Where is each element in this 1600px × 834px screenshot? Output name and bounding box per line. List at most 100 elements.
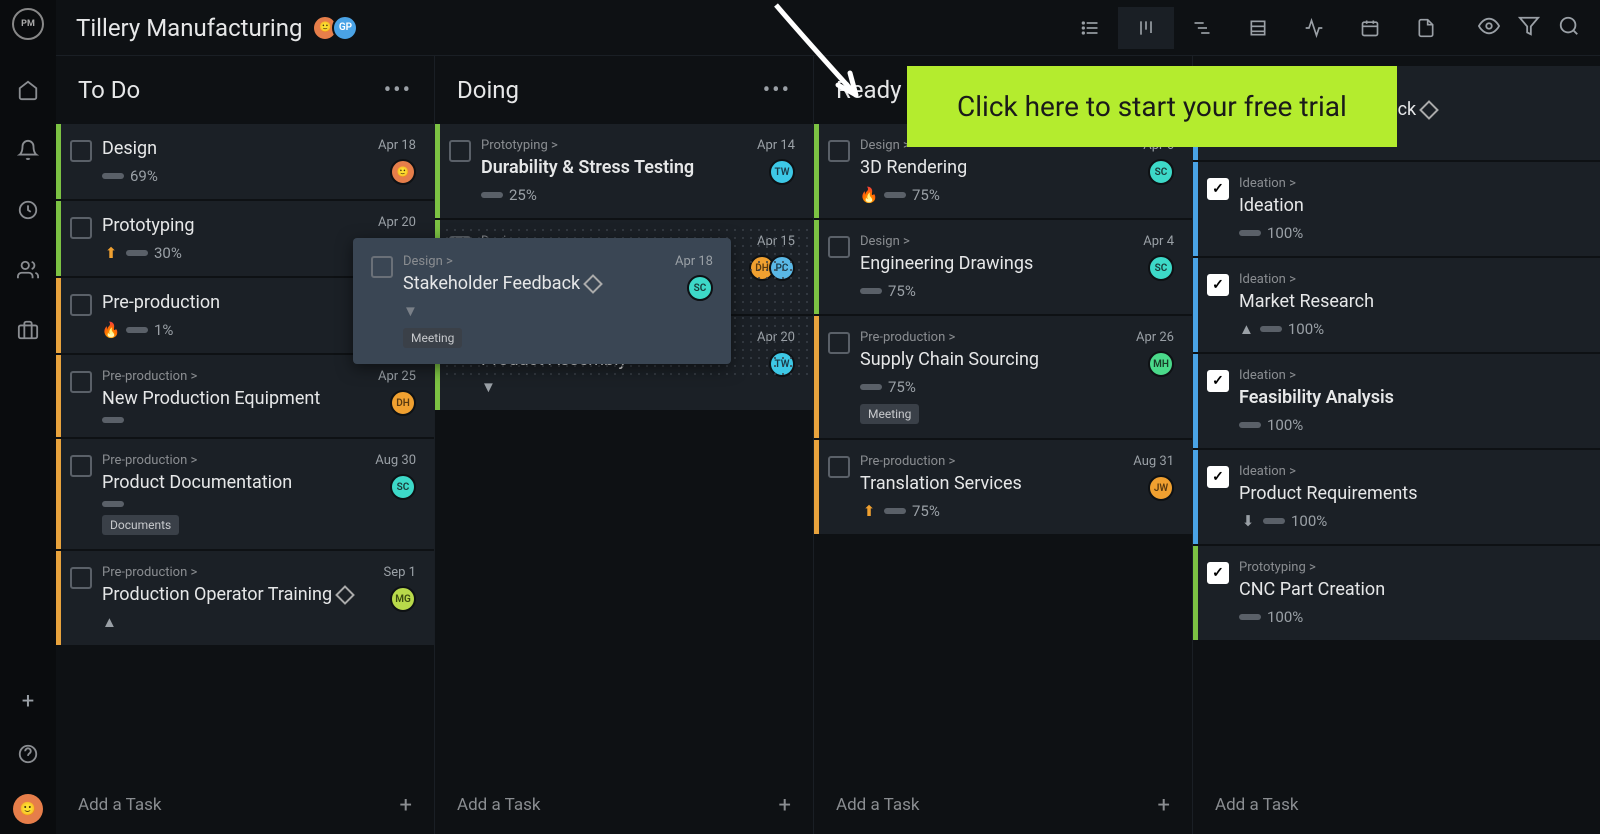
card-stripe [814, 220, 819, 314]
progress-bar [1239, 422, 1261, 428]
task-title: Translation Services [860, 473, 1123, 494]
task-title: Stakeholder Feedback [403, 273, 665, 294]
task-checkbox[interactable] [828, 140, 850, 162]
add-task-button[interactable]: Add a Task+ [814, 776, 1192, 834]
card-stripe [1193, 258, 1198, 352]
nav-recent[interactable] [0, 182, 56, 238]
add-task-button[interactable]: Add a Task [1193, 776, 1600, 834]
task-breadcrumb: Prototyping > [1239, 560, 1572, 575]
progress-bar [102, 417, 124, 423]
task-checkbox[interactable]: ✓ [1207, 370, 1229, 392]
task-date: Apr 4 [1143, 234, 1174, 249]
progress-text: 69% [130, 167, 158, 185]
task-card[interactable]: ✓ Ideation > Market Research ▲100% [1193, 258, 1600, 352]
task-checkbox[interactable]: ✓ [1207, 562, 1229, 584]
diamond-icon [583, 274, 603, 294]
task-card[interactable]: Pre-production > Translation Services ⬆7… [814, 440, 1192, 534]
task-checkbox[interactable] [828, 332, 850, 354]
assignee-avatar[interactable]: SC [687, 275, 713, 301]
task-card[interactable]: Design > Engineering Drawings 75% Apr 4 … [814, 220, 1192, 314]
task-checkbox[interactable] [828, 236, 850, 258]
task-card[interactable]: Pre-production > Production Operator Tra… [56, 551, 434, 645]
progress-bar [884, 508, 906, 514]
assignee-avatar[interactable]: 🙂 [390, 159, 416, 185]
progress-bar [1239, 614, 1261, 620]
column-menu[interactable]: ••• [384, 78, 412, 103]
view-activity-icon[interactable] [1286, 7, 1342, 49]
task-card[interactable]: Pre-production > New Production Equipmen… [56, 355, 434, 437]
task-checkbox[interactable]: ✓ [1207, 274, 1229, 296]
task-card[interactable]: Pre-production > Supply Chain Sourcing 7… [814, 316, 1192, 438]
expand-down-icon[interactable]: ▼ [481, 378, 496, 396]
task-card[interactable]: ✓ Prototyping > CNC Part Creation 100% [1193, 546, 1600, 640]
card-stripe [56, 439, 61, 549]
project-title: Tillery Manufacturing [76, 14, 302, 42]
chevron-down-icon[interactable]: ▼ [403, 302, 418, 320]
task-card[interactable]: Prototyping > Durability & Stress Testin… [435, 124, 813, 218]
task-title: Product Requirements [1239, 483, 1572, 504]
project-members[interactable]: 🙂 GP [318, 15, 358, 41]
task-checkbox[interactable] [449, 140, 471, 162]
column-title: Doing [457, 76, 519, 104]
assignee-avatar[interactable]: JW [1148, 475, 1174, 501]
task-checkbox[interactable] [70, 294, 92, 316]
task-checkbox[interactable] [70, 567, 92, 589]
plus-icon: + [779, 793, 791, 818]
view-sheet-icon[interactable] [1230, 7, 1286, 49]
task-card[interactable]: ✓ Ideation > Ideation 100% [1193, 162, 1600, 256]
task-checkbox[interactable] [828, 456, 850, 478]
task-card[interactable]: ✓ Ideation > Feasibility Analysis 100% [1193, 354, 1600, 448]
member-avatar[interactable]: GP [332, 15, 358, 41]
nav-user-avatar[interactable]: 🙂 [13, 794, 43, 824]
nav-add[interactable]: + [22, 689, 34, 714]
column-doing: Doing ••• Prototyping > Durability & Str… [435, 56, 814, 834]
collapse-up-icon[interactable]: ▲ [102, 613, 117, 631]
task-checkbox[interactable]: ✓ [1207, 178, 1229, 200]
assignee-avatar[interactable]: SC [1148, 159, 1174, 185]
progress-text: 75% [912, 502, 940, 520]
task-checkbox[interactable] [371, 256, 393, 278]
view-list-icon[interactable] [1062, 7, 1118, 49]
cta-banner[interactable]: Click here to start your free trial [907, 66, 1397, 147]
progress-bar [884, 192, 906, 198]
task-card[interactable]: Pre-production > Product Documentation D… [56, 439, 434, 549]
search-icon[interactable] [1558, 15, 1580, 41]
nav-help[interactable] [0, 726, 56, 782]
task-card[interactable]: Design 69% Apr 18 🙂 [56, 124, 434, 199]
nav-team[interactable] [0, 242, 56, 298]
nav-portfolio[interactable] [0, 302, 56, 358]
filter-icon[interactable] [1518, 15, 1540, 41]
view-gantt-icon[interactable] [1174, 7, 1230, 49]
task-breadcrumb: Pre-production > [102, 565, 374, 580]
task-breadcrumb: Pre-production > [860, 330, 1126, 345]
dragging-card[interactable]: Design > Stakeholder Feedback ▼ Meeting … [353, 238, 731, 364]
progress-bar [102, 501, 124, 507]
app-logo[interactable]: PM [12, 8, 44, 40]
collapse-up-icon[interactable]: ▲ [1239, 320, 1254, 338]
kanban-board: To Do ••• Design 69% Apr 18 🙂 Prototypin… [56, 56, 1600, 834]
assignee-avatar[interactable]: SC [1148, 255, 1174, 281]
visibility-icon[interactable] [1478, 15, 1500, 41]
task-card[interactable]: ✓ Ideation > Product Requirements ⬇100% [1193, 450, 1600, 544]
assignee-avatar[interactable]: TW [769, 159, 795, 185]
view-board-icon[interactable] [1118, 7, 1174, 49]
assignee-avatar[interactable]: DH [390, 390, 416, 416]
view-calendar-icon[interactable] [1342, 7, 1398, 49]
task-checkbox[interactable] [70, 140, 92, 162]
view-files-icon[interactable] [1398, 7, 1454, 49]
task-checkbox[interactable]: ✓ [1207, 466, 1229, 488]
add-task-button[interactable]: Add a Task+ [56, 776, 434, 834]
assignee-avatar[interactable]: SC [390, 474, 416, 500]
progress-text: 75% [888, 378, 916, 396]
diamond-icon [335, 585, 355, 605]
task-checkbox[interactable] [70, 371, 92, 393]
assignee-avatar[interactable]: MH [1148, 351, 1174, 377]
flame-icon: 🔥 [102, 321, 120, 339]
task-date: Aug 30 [375, 453, 416, 468]
nav-home[interactable] [0, 62, 56, 118]
assignee-avatar[interactable]: MG [390, 586, 416, 612]
add-task-button[interactable]: Add a Task+ [435, 776, 813, 834]
task-checkbox[interactable] [70, 455, 92, 477]
nav-notifications[interactable] [0, 122, 56, 178]
task-checkbox[interactable] [70, 217, 92, 239]
